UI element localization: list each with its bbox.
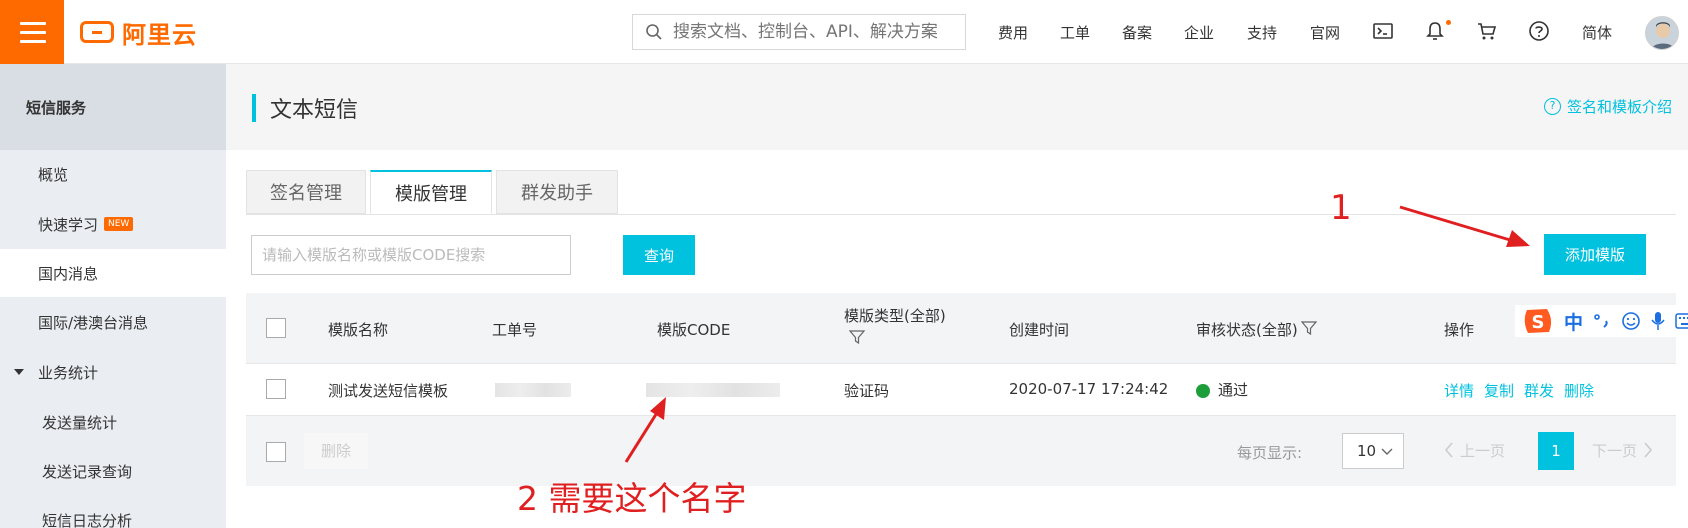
annotation-label-1: 1 [1330,188,1352,228]
annotation-layer [624,205,1530,463]
annotation-arrow-1 [1399,205,1530,247]
annotation-arrow-2 [624,397,666,463]
annotation-label-2: 2 需要这个名字 [517,479,747,518]
